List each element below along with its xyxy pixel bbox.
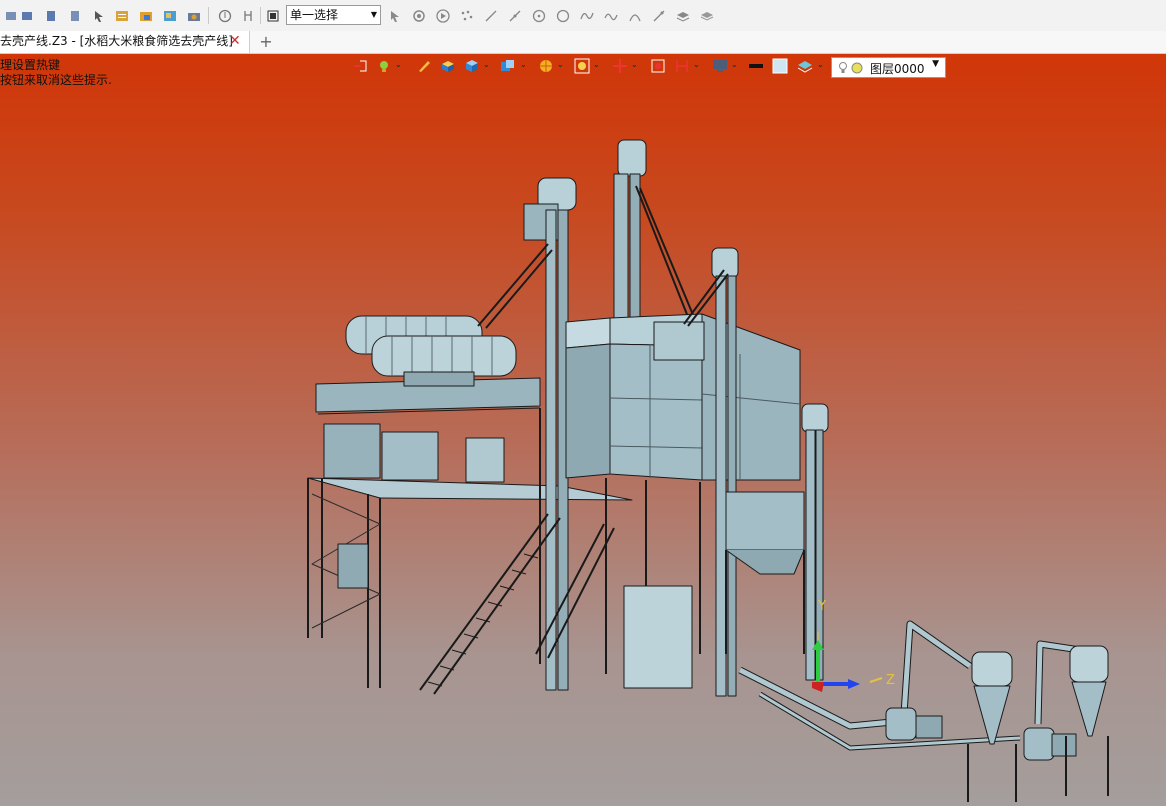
fan: [885, 707, 917, 741]
cursor-icon[interactable]: [386, 7, 403, 24]
pick-icon[interactable]: [216, 7, 233, 24]
select-mode-value: 单一选择: [290, 8, 339, 22]
curve-icon[interactable]: [578, 7, 595, 24]
3d-model-scene: Y Z: [307, 139, 1109, 802]
circle-point-icon[interactable]: [530, 7, 547, 24]
document-tab-title: 去壳产线.Z3 - [水稻大米粮食筛选去壳产线]: [0, 34, 233, 48]
play-icon[interactable]: [434, 7, 451, 24]
circle-icon[interactable]: [554, 7, 571, 24]
control-box: [465, 437, 505, 483]
new-tab-button[interactable]: +: [258, 31, 274, 53]
wave-icon[interactable]: [602, 7, 619, 24]
fan-motor: [915, 715, 943, 739]
layers-icon[interactable]: [698, 7, 715, 24]
3d-viewport[interactable]: 理设置热键 按钮来取消这些提示. ⌄ ⌄ ⌄ ⌄ ⌄ ⌄ ⌄ ⌄ ⌄ 图层000…: [0, 54, 1166, 806]
tangent-icon[interactable]: [650, 7, 667, 24]
filter-icon-4[interactable]: [66, 7, 83, 24]
drum-screener-lower: [371, 335, 517, 387]
bucket-elevator-4: [801, 403, 829, 681]
filter-icon-2[interactable]: [18, 7, 35, 24]
folder-icon[interactable]: [137, 7, 154, 24]
document-tab-bar: 去壳产线.Z3 - [水稻大米粮食筛选去壳产线] ✕ +: [0, 31, 1166, 54]
bin: [381, 431, 439, 481]
snap-icon[interactable]: [239, 7, 256, 24]
bin: [323, 423, 381, 479]
axis-triad: Y Z: [812, 599, 895, 692]
chevron-down-icon: ▼: [370, 10, 377, 19]
main-toolbar: 单一选择 ▼: [0, 0, 1166, 32]
pointer-icon[interactable]: [90, 7, 107, 24]
staircase: [419, 513, 615, 695]
separator: [208, 7, 209, 24]
right-bin: [725, 491, 805, 654]
axis-y-label: Y: [817, 599, 826, 614]
stop-icon[interactable]: [264, 7, 281, 24]
segment-icon[interactable]: [506, 7, 523, 24]
document-tab[interactable]: 去壳产线.Z3 - [水稻大米粮食筛选去壳产线] ✕: [0, 31, 250, 53]
hopper: [337, 543, 369, 589]
cyclone-2: [1065, 645, 1109, 796]
separator: [260, 7, 261, 24]
electrical-cabinet: [623, 585, 693, 689]
filter-icon-3[interactable]: [42, 7, 59, 24]
axis-z-label: Z: [886, 673, 895, 688]
camera-icon[interactable]: [185, 7, 202, 24]
line-icon[interactable]: [482, 7, 499, 24]
arc-icon[interactable]: [626, 7, 643, 24]
filter-icon[interactable]: [2, 7, 19, 24]
fan: [1023, 727, 1055, 761]
cyclone-1: [967, 651, 1017, 802]
list-icon[interactable]: [113, 7, 130, 24]
image-icon[interactable]: [161, 7, 178, 24]
fan-motor: [1051, 733, 1077, 757]
bucket-elevator-2: [613, 139, 697, 323]
target-icon[interactable]: [410, 7, 427, 24]
select-mode-dropdown[interactable]: 单一选择 ▼: [286, 5, 381, 25]
points-icon[interactable]: [458, 7, 475, 24]
close-icon[interactable]: ✕: [229, 31, 241, 52]
surface-icon[interactable]: [674, 7, 691, 24]
